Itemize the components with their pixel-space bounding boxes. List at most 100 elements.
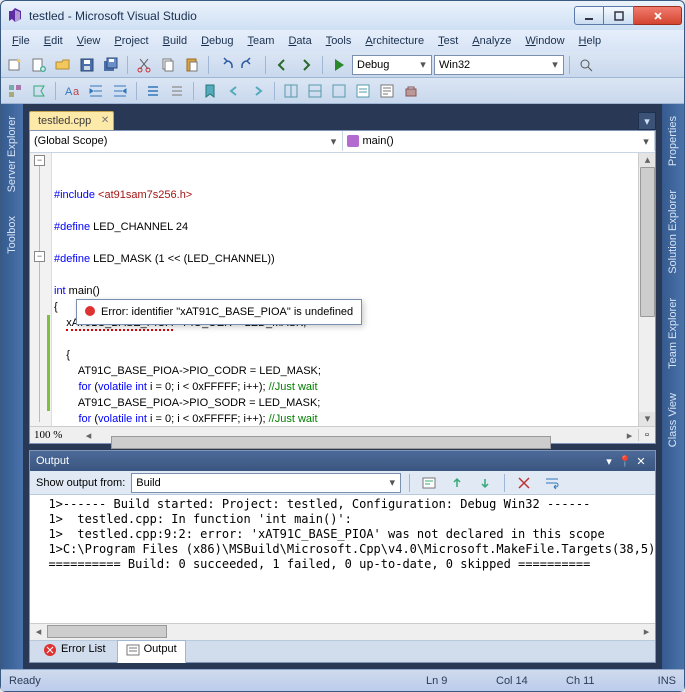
- window-split-button[interactable]: [280, 80, 302, 102]
- clear-output-button[interactable]: [513, 472, 535, 494]
- nav-back-button[interactable]: [271, 54, 293, 76]
- properties-button[interactable]: [376, 80, 398, 102]
- out-hscroll-thumb[interactable]: [47, 625, 167, 638]
- redo-button[interactable]: [238, 54, 260, 76]
- prev-bookmark-button[interactable]: [223, 80, 245, 102]
- scope-combo[interactable]: (Global Scope)▾: [30, 131, 343, 151]
- output-hscrollbar[interactable]: [47, 624, 638, 640]
- sidetab-toolbox[interactable]: Toolbox: [4, 210, 20, 260]
- tab-testled[interactable]: testled.cpp ✕: [29, 111, 114, 130]
- output-source-label: Build: [136, 477, 160, 489]
- decrease-indent-button[interactable]: [109, 80, 131, 102]
- menubar: FileEditViewProjectBuildDebugTeamDataToo…: [1, 30, 684, 52]
- undo-button[interactable]: [214, 54, 236, 76]
- task-list-button[interactable]: [352, 80, 374, 102]
- open-button[interactable]: [52, 54, 74, 76]
- menu-analyze[interactable]: Analyze: [465, 33, 518, 49]
- scroll-up-icon[interactable]: ▴: [639, 153, 655, 167]
- tab-error-list[interactable]: Error List: [34, 640, 115, 663]
- sidetab-class-view[interactable]: Class View: [665, 387, 681, 453]
- nav-forward-button[interactable]: [295, 54, 317, 76]
- hscroll-right-icon[interactable]: ▸: [621, 429, 638, 442]
- config-label: Debug: [357, 59, 389, 71]
- find-button[interactable]: [575, 54, 597, 76]
- hscroll-left-icon[interactable]: ◂: [80, 429, 97, 442]
- output-title-bar[interactable]: Output ▾ 📍 ✕: [30, 451, 655, 471]
- show-output-from-label: Show output from:: [36, 477, 125, 489]
- class-wizard-button[interactable]: [28, 80, 50, 102]
- tab-output[interactable]: Output: [117, 640, 186, 663]
- output-close-icon[interactable]: ✕: [633, 455, 649, 468]
- toolbox-button[interactable]: [400, 80, 422, 102]
- error-tooltip: Error: identifier "xAT91C_BASE_PIOA" is …: [76, 299, 362, 325]
- sidetab-server-explorer[interactable]: Server Explorer: [4, 110, 20, 198]
- active-files-button[interactable]: ▾: [638, 112, 656, 130]
- object-browser-button[interactable]: [4, 80, 26, 102]
- next-bookmark-button[interactable]: [247, 80, 269, 102]
- collapse-icon[interactable]: −: [34, 155, 45, 166]
- titlebar[interactable]: testled - Microsoft Visual Studio: [1, 1, 684, 30]
- menu-view[interactable]: View: [70, 33, 108, 49]
- find-message-button[interactable]: [418, 472, 440, 494]
- prev-message-button[interactable]: [446, 472, 468, 494]
- sidetab-properties[interactable]: Properties: [665, 110, 681, 172]
- bookmark-button[interactable]: [199, 80, 221, 102]
- comment-button[interactable]: [142, 80, 164, 102]
- new-project-button[interactable]: [4, 54, 26, 76]
- menu-project[interactable]: Project: [107, 33, 155, 49]
- menu-file[interactable]: File: [5, 33, 37, 49]
- cut-button[interactable]: [133, 54, 155, 76]
- vscroll-thumb[interactable]: [640, 167, 655, 317]
- menu-data[interactable]: Data: [281, 33, 318, 49]
- uncomment-button[interactable]: [166, 80, 188, 102]
- sidetab-team-explorer[interactable]: Team Explorer: [665, 292, 681, 375]
- add-item-button[interactable]: [28, 54, 50, 76]
- increase-indent-button[interactable]: [85, 80, 107, 102]
- menu-team[interactable]: Team: [241, 33, 282, 49]
- close-button[interactable]: [634, 6, 682, 25]
- save-button[interactable]: [76, 54, 98, 76]
- platform-combo[interactable]: Win32▾: [434, 55, 564, 75]
- svg-text:A: A: [65, 86, 73, 98]
- output-dropdown-icon[interactable]: ▾: [601, 455, 617, 468]
- hscroll-thumb[interactable]: [111, 436, 551, 449]
- menu-debug[interactable]: Debug: [194, 33, 240, 49]
- window-tile-button[interactable]: [304, 80, 326, 102]
- copy-button[interactable]: [157, 54, 179, 76]
- code-editor[interactable]: #include <at91sam7s256.h> #define LED_CH…: [52, 153, 655, 426]
- menu-edit[interactable]: Edit: [37, 33, 70, 49]
- tab-close-icon[interactable]: ✕: [101, 115, 109, 126]
- toggle-header-button[interactable]: Aa: [61, 80, 83, 102]
- zoom-level[interactable]: 100 %: [30, 429, 80, 441]
- sidetab-solution-explorer[interactable]: Solution Explorer: [665, 184, 681, 280]
- output-pin-icon[interactable]: 📍: [617, 455, 633, 468]
- word-wrap-button[interactable]: [541, 472, 563, 494]
- output-text[interactable]: 1>------ Build started: Project: testled…: [30, 495, 655, 623]
- member-combo[interactable]: main()▾: [343, 131, 656, 151]
- start-debug-button[interactable]: [328, 54, 350, 76]
- out-hscroll-left-icon[interactable]: ◂: [30, 624, 47, 640]
- output-source-combo[interactable]: Build▾: [131, 473, 401, 493]
- paste-button[interactable]: [181, 54, 203, 76]
- split-button[interactable]: ▫: [638, 429, 655, 441]
- maximize-button[interactable]: [604, 6, 634, 25]
- menu-architecture[interactable]: Architecture: [358, 33, 431, 49]
- save-all-button[interactable]: [100, 54, 122, 76]
- collapse-icon[interactable]: −: [34, 251, 45, 262]
- menu-build[interactable]: Build: [156, 33, 194, 49]
- scroll-down-icon[interactable]: ▾: [639, 412, 655, 426]
- outline-gutter[interactable]: − −: [30, 153, 52, 426]
- right-tool-strip: Properties Solution Explorer Team Explorer…: [662, 104, 684, 669]
- editor-vscrollbar[interactable]: ▴ ▾: [638, 153, 655, 426]
- menu-window[interactable]: Window: [518, 33, 571, 49]
- next-message-button[interactable]: [474, 472, 496, 494]
- menu-test[interactable]: Test: [431, 33, 465, 49]
- minimize-button[interactable]: [574, 6, 604, 25]
- config-combo[interactable]: Debug▾: [352, 55, 432, 75]
- out-hscroll-right-icon[interactable]: ▸: [638, 624, 655, 640]
- app-window: testled - Microsoft Visual Studio FileEd…: [0, 0, 685, 692]
- menu-tools[interactable]: Tools: [319, 33, 359, 49]
- status-ins: INS: [636, 675, 676, 687]
- full-screen-button[interactable]: [328, 80, 350, 102]
- menu-help[interactable]: Help: [572, 33, 609, 49]
